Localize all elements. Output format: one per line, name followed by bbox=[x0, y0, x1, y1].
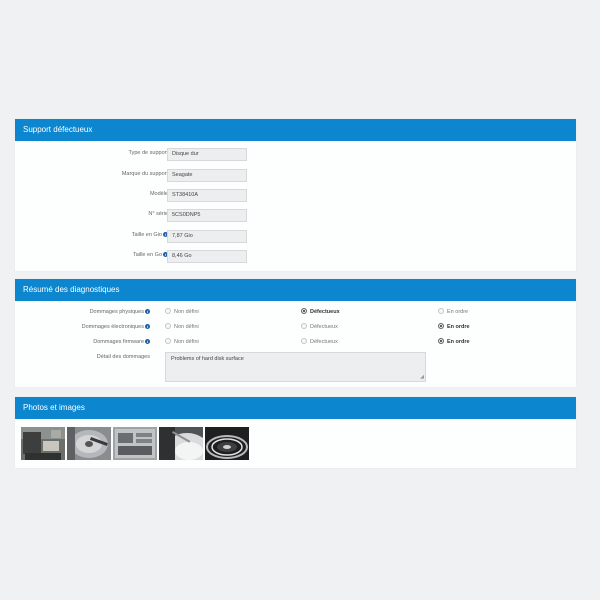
field-row-size-gio: Taille en Gio i 7,87 Gio bbox=[15, 230, 576, 244]
photo-thumbnail[interactable] bbox=[21, 427, 65, 460]
field-label: Taille en Go bbox=[132, 252, 162, 258]
field-row-brand: Marque du support Seagate bbox=[15, 169, 576, 183]
field-row-size-go: Taille en Go i 8,46 Go bbox=[15, 250, 576, 264]
radio-option[interactable]: En ordre bbox=[438, 307, 468, 318]
field-label: Type de support bbox=[128, 150, 168, 156]
radio-option[interactable]: Non défini bbox=[165, 322, 199, 333]
field-row-type: Type de support Disque dur bbox=[15, 148, 576, 162]
info-icon[interactable]: i bbox=[145, 324, 150, 329]
field-label: Marque du support bbox=[121, 171, 168, 177]
photo-thumbnail[interactable] bbox=[67, 427, 111, 460]
diag-label: Dommages firmware bbox=[93, 339, 144, 345]
photos-panel: Photos et images bbox=[15, 397, 576, 468]
model-field[interactable]: ST38410A bbox=[167, 189, 247, 202]
diagnostics-panel: Résumé des diagnostiques Dommages physiq… bbox=[15, 279, 576, 387]
radio-option[interactable]: Non défini bbox=[165, 337, 199, 348]
size-gio-field[interactable]: 7,87 Gio bbox=[167, 230, 247, 243]
resize-grip-icon[interactable]: ◢ bbox=[420, 375, 424, 380]
photo-thumbnail[interactable] bbox=[113, 427, 157, 460]
type-field[interactable]: Disque dur bbox=[167, 148, 247, 161]
radio-option[interactable]: Non défini bbox=[165, 307, 199, 318]
radio-circle-icon bbox=[301, 337, 307, 344]
serial-field[interactable]: 5CS0DNP5 bbox=[167, 209, 247, 222]
photos-panel-title: Photos et images bbox=[15, 397, 576, 419]
diag-row-firmware: Dommages firmware i Non défini Défectueux… bbox=[15, 337, 576, 348]
radio-option[interactable]: Défectueux bbox=[301, 307, 340, 318]
radio-checked-icon bbox=[438, 337, 444, 344]
diagnostics-panel-title: Résumé des diagnostiques bbox=[15, 279, 576, 301]
damage-detail-text: Problems of hard disk surface bbox=[171, 356, 244, 362]
diag-row-electronic: Dommages électroniques i Non défini Défec… bbox=[15, 322, 576, 333]
support-panel: Support défectueux Type de support Disqu… bbox=[15, 119, 576, 271]
support-panel-title: Support défectueux bbox=[15, 119, 576, 141]
photo-thumbnail[interactable] bbox=[159, 427, 203, 460]
radio-option[interactable]: En ordre bbox=[438, 322, 470, 333]
photo-thumbnail[interactable] bbox=[205, 427, 249, 460]
diag-row-physical: Dommages physiques i Non défini Défectueu… bbox=[15, 307, 576, 318]
info-icon[interactable]: i bbox=[145, 309, 150, 314]
detail-label: Détail des dommages bbox=[96, 354, 150, 360]
radio-checked-icon bbox=[301, 307, 307, 314]
radio-circle-icon bbox=[438, 307, 444, 314]
radio-circle-icon bbox=[165, 322, 171, 329]
diag-label: Dommages électroniques bbox=[81, 324, 144, 330]
radio-option[interactable]: Défectueux bbox=[301, 337, 338, 348]
brand-field[interactable]: Seagate bbox=[167, 169, 247, 182]
radio-option[interactable]: Défectueux bbox=[301, 322, 338, 333]
diag-label: Dommages physiques bbox=[89, 309, 144, 315]
field-label: Taille en Gio bbox=[131, 232, 162, 238]
info-icon[interactable]: i bbox=[145, 339, 150, 344]
radio-circle-icon bbox=[301, 322, 307, 329]
damage-detail-textarea[interactable]: Problems of hard disk surface ◢ bbox=[165, 352, 426, 382]
field-row-serial: N° série 5CS0DNP5 bbox=[15, 209, 576, 223]
field-row-model: Modèle ST38410A bbox=[15, 189, 576, 203]
size-go-field[interactable]: 8,46 Go bbox=[167, 250, 247, 263]
radio-checked-icon bbox=[438, 322, 444, 329]
field-label: N° série bbox=[148, 211, 168, 217]
field-label: Modèle bbox=[149, 191, 168, 197]
radio-option[interactable]: En ordre bbox=[438, 337, 470, 348]
radio-circle-icon bbox=[165, 337, 171, 344]
radio-circle-icon bbox=[165, 307, 171, 314]
